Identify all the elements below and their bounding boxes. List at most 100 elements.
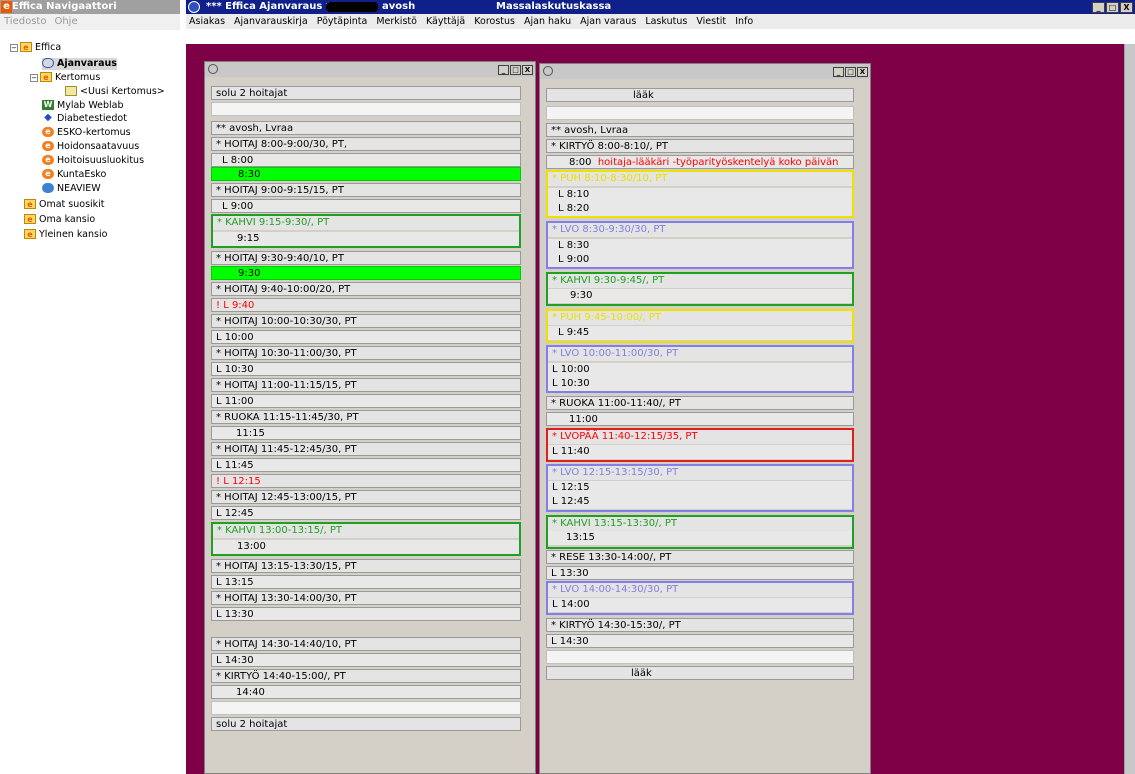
schedule-row[interactable]: * KIRTYÖ 8:00-8:10/, PT [546, 139, 854, 153]
tree-item-hoidonsaatavuus[interactable]: e Hoidonsaatavuus [42, 140, 139, 153]
schedule-row[interactable]: * HOITAJ 9:30-9:40/10, PT [211, 251, 521, 265]
warning-row[interactable]: ! L 12:15 [211, 474, 521, 488]
vertical-scrollbar[interactable] [1124, 44, 1135, 774]
schedule-row[interactable]: L 13:30 [211, 607, 521, 621]
schedule-row[interactable]: L 14:00 [548, 598, 852, 612]
schedule-row[interactable]: 13:00 [213, 540, 519, 554]
minimize-button[interactable]: _ [1092, 2, 1105, 13]
tree-item-ajanvaraus[interactable]: Ajanvaraus [42, 57, 117, 70]
schedule-row[interactable] [546, 106, 854, 120]
schedule-row[interactable]: L 10:00 [548, 363, 852, 377]
schedule-row[interactable] [211, 701, 521, 715]
maximize-button[interactable]: □ [1106, 2, 1119, 13]
tree-item-hoitoisuusluokitus[interactable]: e Hoitoisuusluokitus [42, 154, 144, 167]
tree-item-uusi-kertomus[interactable]: <Uusi Kertomus> [65, 85, 165, 98]
warning-row[interactable]: ! L 9:40 [211, 298, 521, 312]
schedule-row[interactable]: L 12:45 [548, 495, 852, 509]
menu-asiakas[interactable]: Asiakas [189, 16, 225, 27]
close-button[interactable]: X [857, 67, 868, 77]
schedule-row[interactable]: * HOITAJ 11:00-11:15/15, PT [211, 378, 521, 392]
menu-ajan-varaus[interactable]: Ajan varaus [580, 16, 636, 27]
schedule-row[interactable] [546, 650, 854, 664]
schedule-row[interactable]: * HOITAJ 10:30-11:00/30, PT [211, 346, 521, 360]
appointment-row[interactable]: * LVO 8:30-9:30/30, PT [548, 223, 852, 237]
schedule-row[interactable]: L 11:40 [548, 445, 852, 459]
close-button[interactable]: X [1120, 2, 1133, 13]
schedule-row[interactable]: L 13:30 [546, 566, 854, 580]
schedule-row[interactable]: L 10:00 [211, 330, 521, 344]
schedule-row[interactable]: * HOITAJ 9:40-10:00/20, PT [211, 282, 521, 296]
collapse-icon[interactable]: − [30, 73, 38, 82]
tree-item-oma-kansio[interactable]: e Oma kansio [24, 213, 95, 226]
tree-item-yleinen-kansio[interactable]: e Yleinen kansio [24, 228, 107, 241]
coffee-row[interactable]: * KAHVI 13:00-13:15/, PT [213, 524, 519, 538]
maximize-button[interactable]: □ [510, 65, 521, 75]
menu-ajanvarauskirja[interactable]: Ajanvarauskirja [234, 16, 308, 27]
menu-tiedosto[interactable]: Tiedosto [4, 16, 46, 27]
appointment-row[interactable]: * LVO 10:00-11:00/30, PT [548, 347, 852, 361]
menu-info[interactable]: Info [735, 16, 753, 27]
schedule-row[interactable]: * RUOKA 11:00-11:40/, PT [546, 396, 854, 410]
appointment-row[interactable]: * LVO 14:00-14:30/30, PT [548, 583, 852, 597]
schedule-row[interactable]: L 12:15 [548, 481, 852, 495]
tree-item-kuntaesko[interactable]: e KuntaEsko [42, 168, 106, 181]
maximize-button[interactable]: □ [845, 67, 856, 77]
schedule-row[interactable]: L 8:20 [548, 202, 852, 216]
phone-row[interactable]: * PUH 8:10-8:30/10, PT [548, 172, 852, 186]
schedule-row[interactable]: * HOITAJ 12:45-13:00/15, PT [211, 490, 521, 504]
tree-item-esko-kertomus[interactable]: e ESKO-kertomus [42, 126, 131, 139]
schedule-row[interactable]: L 11:00 [211, 394, 521, 408]
schedule-row[interactable]: ** avosh, Lvraa [546, 123, 854, 137]
schedule-row[interactable]: L 12:45 [211, 506, 521, 520]
menu-poytapinta[interactable]: Pöytäpinta [317, 16, 368, 27]
schedule-row[interactable]: L 9:45 [548, 326, 852, 340]
schedule-row[interactable]: L 13:15 [211, 575, 521, 589]
phone-row[interactable]: * PUH 9:45-10:00/, PT [548, 311, 852, 325]
schedule-row[interactable] [211, 102, 521, 116]
collapse-icon[interactable]: − [10, 43, 18, 52]
schedule-row[interactable]: * HOITAJ 10:00-10:30/30, PT [211, 314, 521, 328]
coffee-row[interactable]: * KAHVI 13:15-13:30/, PT [548, 517, 852, 531]
menu-laskutus[interactable]: Laskutus [645, 16, 687, 27]
schedule-row[interactable]: * KIRTYÖ 14:30-15:30/, PT [546, 618, 854, 632]
schedule-row[interactable]: 9:15 [213, 232, 519, 246]
tree-item-neaview[interactable]: NEAVIEW [42, 182, 101, 195]
tree-item-mylab-weblab[interactable]: W Mylab Weblab [42, 99, 124, 112]
schedule-row[interactable]: * RUOKA 11:15-11:45/30, PT [211, 410, 521, 424]
free-slot-row[interactable]: 9:30 [211, 266, 521, 280]
close-button[interactable]: X [522, 65, 533, 75]
schedule-row[interactable]: L 8:10 [548, 188, 852, 202]
menu-viestit[interactable]: Viestit [696, 16, 726, 27]
tree-item-kertomus[interactable]: − e Kertomus [30, 71, 100, 84]
menu-ohje[interactable]: Ohje [54, 16, 77, 27]
schedule-row[interactable]: * HOITAJ 13:15-13:30/15, PT [211, 559, 521, 573]
coffee-row[interactable]: * KAHVI 9:30-9:45/, PT [548, 274, 852, 288]
tree-item-diabetestiedot[interactable]: ◆ Diabetestiedot [42, 112, 127, 125]
schedule-row[interactable]: L 9:00 [548, 253, 852, 267]
schedule-row[interactable]: L 8:00 [211, 153, 521, 167]
tree-item-omat-suosikit[interactable]: e Omat suosikit [24, 198, 105, 211]
schedule-row[interactable]: L 10:30 [548, 377, 852, 391]
urgent-appointment-row[interactable]: * LVOPÄÄ 11:40-12:15/35, PT [548, 430, 852, 444]
minimize-button[interactable]: _ [498, 65, 509, 75]
schedule-row[interactable]: * HOITAJ 9:00-9:15/15, PT [211, 183, 521, 197]
schedule-row[interactable]: * HOITAJ 8:00-9:00/30, PT, [211, 137, 521, 151]
schedule-row[interactable]: L 10:30 [211, 362, 521, 376]
schedule-row[interactable]: 13:15 [548, 531, 852, 545]
schedule-row[interactable]: L 11:45 [211, 458, 521, 472]
appointment-row[interactable]: * LVO 12:15-13:15/30, PT [548, 466, 852, 480]
schedule-row[interactable]: 9:30 [548, 289, 852, 303]
menu-korostus[interactable]: Korostus [474, 16, 515, 27]
menu-ajan-haku[interactable]: Ajan haku [524, 16, 571, 27]
schedule-row[interactable]: * HOITAJ 11:45-12:45/30, PT [211, 442, 521, 456]
schedule-row[interactable]: * RESE 13:30-14:00/, PT [546, 550, 854, 564]
schedule-row[interactable]: L 14:30 [211, 653, 521, 667]
free-slot-row[interactable]: 8:30 [211, 167, 521, 181]
schedule-row[interactable]: * KIRTYÖ 14:40-15:00/, PT [211, 669, 521, 683]
schedule-row[interactable]: 11:00 [546, 412, 854, 426]
schedule-row[interactable]: ** avosh, Lvraa [211, 121, 521, 135]
schedule-row[interactable]: * HOITAJ 14:30-14:40/10, PT [211, 637, 521, 651]
schedule-row[interactable]: L 14:30 [546, 634, 854, 648]
tree-item-effica[interactable]: − e Effica [10, 41, 61, 54]
menu-merkisto[interactable]: Merkistö [376, 16, 417, 27]
